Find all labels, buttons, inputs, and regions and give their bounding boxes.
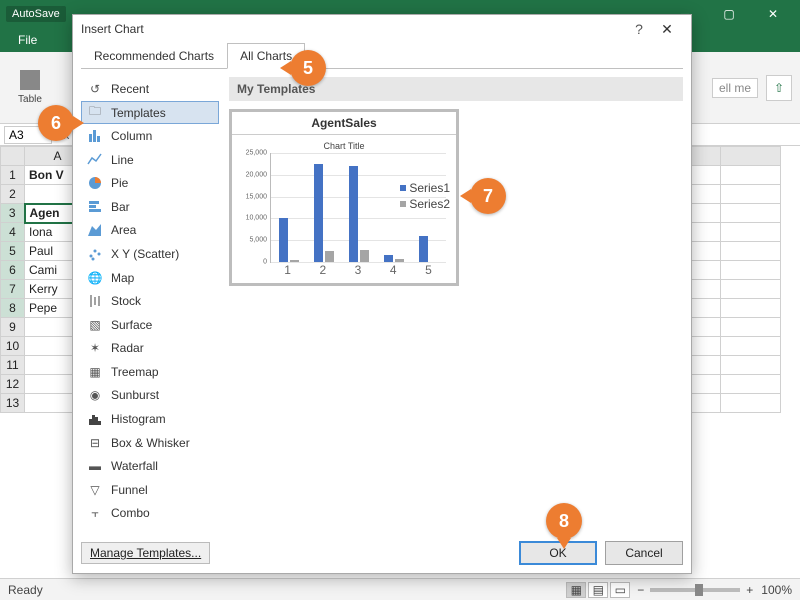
cat-sunburst[interactable]: ◉Sunburst — [81, 384, 219, 408]
cat-stock[interactable]: Stock — [81, 289, 219, 313]
dialog-title: Insert Chart — [81, 22, 627, 36]
column-icon — [87, 128, 103, 144]
cat-histogram[interactable]: Histogram — [81, 407, 219, 431]
cat-recent[interactable]: ↺Recent — [81, 77, 219, 101]
cat-combo[interactable]: ⫟Combo — [81, 501, 219, 525]
template-name: AgentSales — [232, 112, 456, 135]
insert-chart-dialog: Insert Chart ? ✕ Recommended Charts All … — [72, 14, 692, 574]
cancel-button[interactable]: Cancel — [605, 541, 683, 565]
boxwhisker-icon: ⊟ — [87, 435, 103, 451]
callout-6: 6 — [38, 105, 74, 141]
cat-pie[interactable]: Pie — [81, 172, 219, 196]
view-normal-icon[interactable]: ▦ — [566, 582, 586, 598]
cat-waterfall[interactable]: ▬Waterfall — [81, 454, 219, 478]
template-agentsales[interactable]: AgentSales Chart Title 05,00010,00015,00… — [229, 109, 459, 286]
pie-icon — [87, 175, 103, 191]
cat-map[interactable]: 🌐Map — [81, 266, 219, 290]
table-icon — [20, 70, 40, 90]
help-button[interactable]: ? — [627, 21, 651, 37]
recent-icon: ↺ — [87, 81, 103, 97]
cat-column[interactable]: Column — [81, 124, 219, 148]
cat-templates[interactable]: 🗀Templates — [81, 101, 219, 125]
radar-icon: ✶ — [87, 340, 103, 356]
area-icon — [87, 222, 103, 238]
ribbon-tab-file[interactable]: File — [8, 29, 47, 51]
line-icon — [87, 152, 103, 168]
chart-legend: Series1 Series2 — [400, 181, 450, 213]
cat-radar[interactable]: ✶Radar — [81, 337, 219, 361]
stock-icon — [87, 293, 103, 309]
cat-funnel[interactable]: ▽Funnel — [81, 478, 219, 502]
cat-surface[interactable]: ▧Surface — [81, 313, 219, 337]
callout-5: 5 — [290, 50, 326, 86]
cat-boxwhisker[interactable]: ⊟Box & Whisker — [81, 431, 219, 455]
view-page-icon[interactable]: ▤ — [588, 582, 608, 598]
view-break-icon[interactable]: ▭ — [610, 582, 630, 598]
sunburst-icon: ◉ — [87, 387, 103, 403]
status-text: Ready — [8, 583, 43, 597]
map-icon: 🌐 — [87, 270, 103, 286]
close-button[interactable]: ✕ — [752, 2, 794, 26]
templates-icon: 🗀 — [87, 105, 103, 121]
callout-8: 8 — [546, 503, 582, 539]
histogram-icon — [87, 411, 103, 427]
chart-category-list: ↺Recent 🗀Templates Column Line Pie Bar A… — [81, 77, 219, 525]
autosave-toggle[interactable]: AutoSave — [6, 6, 66, 22]
share-button[interactable]: ⇧ — [766, 75, 792, 101]
maximize-button[interactable]: ▢ — [708, 2, 750, 26]
chart-preview: Chart Title 05,00010,00015,00020,00025,0… — [232, 135, 456, 283]
cat-area[interactable]: Area — [81, 219, 219, 243]
dialog-close-button[interactable]: ✕ — [651, 21, 683, 38]
chart-title: Chart Title — [242, 141, 446, 151]
manage-templates-link[interactable]: Manage Templates... — [81, 542, 210, 564]
combo-icon: ⫟ — [87, 505, 103, 521]
tell-me-input[interactable]: ell me — [712, 78, 758, 98]
waterfall-icon: ▬ — [87, 458, 103, 474]
funnel-icon: ▽ — [87, 482, 103, 498]
cat-bar[interactable]: Bar — [81, 195, 219, 219]
tab-recommended-charts[interactable]: Recommended Charts — [81, 43, 227, 69]
zoom-slider[interactable] — [650, 588, 740, 592]
cat-line[interactable]: Line — [81, 148, 219, 172]
surface-icon: ▧ — [87, 317, 103, 333]
scatter-icon — [87, 246, 103, 262]
bar-icon — [87, 199, 103, 215]
zoom-level: 100% — [761, 583, 792, 597]
status-bar: Ready ▦ ▤ ▭ − + 100% — [0, 578, 800, 600]
treemap-icon: ▦ — [87, 364, 103, 380]
callout-7: 7 — [470, 178, 506, 214]
cat-scatter[interactable]: X Y (Scatter) — [81, 242, 219, 266]
cat-treemap[interactable]: ▦Treemap — [81, 360, 219, 384]
